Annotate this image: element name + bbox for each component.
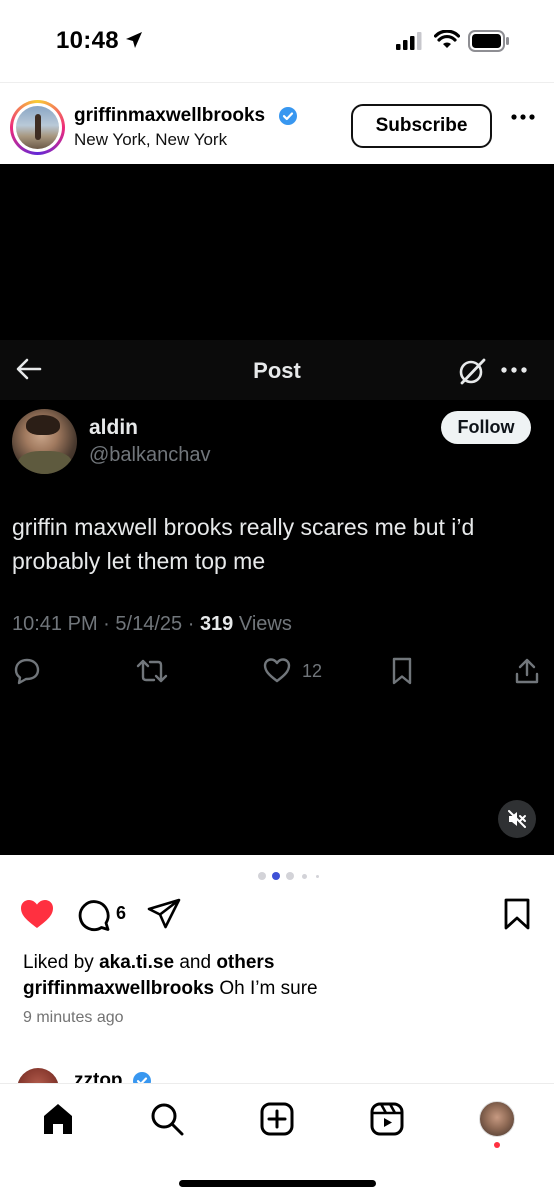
- grok-icon: [459, 358, 486, 385]
- create-icon[interactable]: [260, 1102, 294, 1136]
- comment-count[interactable]: 6: [116, 903, 126, 924]
- share-icon[interactable]: [147, 898, 181, 930]
- more-options-icon[interactable]: [511, 113, 535, 121]
- embedded-like-count: 12: [302, 661, 323, 681]
- embedded-post-date: 5/14/25: [115, 613, 183, 635]
- caption-username[interactable]: griffinmaxwellbrooks: [23, 978, 214, 999]
- embedded-post-meta: 10:41 PM · 5/14/25 · 319 Views: [12, 613, 292, 635]
- reels-icon[interactable]: [370, 1102, 404, 1136]
- status-bar: 10:48: [0, 0, 554, 82]
- carousel-indicator: [0, 872, 554, 880]
- avatar: [16, 106, 59, 149]
- bookmark-icon: [392, 657, 412, 685]
- post-media[interactable]: Post aldin @balkanchav Follow griffin ma…: [0, 164, 554, 855]
- embedded-views-count: 319: [199, 613, 234, 635]
- embedded-post-text: griffin maxwell brooks really scares me …: [12, 514, 475, 574]
- like-icon: [263, 658, 291, 683]
- carousel-dot: [316, 875, 319, 878]
- embedded-post-top-bar: Post: [0, 340, 554, 400]
- subscribe-button[interactable]: Subscribe: [351, 104, 492, 148]
- post-header: griffinmaxwellbrooks New York, New York …: [0, 82, 554, 164]
- retweet-icon: [136, 659, 168, 683]
- profile-notification-dot: [494, 1142, 500, 1148]
- embedded-avatar: [12, 409, 77, 474]
- profile-avatar[interactable]: [479, 1101, 515, 1137]
- carousel-dot: [286, 872, 294, 880]
- post-location[interactable]: New York, New York: [74, 130, 227, 150]
- caption-text: Oh I’m sure: [219, 978, 318, 999]
- reply-icon: [14, 658, 40, 685]
- carousel-dot-active: [272, 872, 280, 880]
- mute-icon: [508, 810, 526, 828]
- embedded-display-name: aldin: [89, 416, 139, 439]
- post-timestamp: 9 minutes ago: [23, 1009, 124, 1026]
- carousel-dot: [302, 874, 307, 879]
- search-icon[interactable]: [150, 1102, 184, 1136]
- share-icon: [515, 658, 539, 684]
- post-caption: griffinmaxwellbrooks Oh I’m sure: [23, 978, 318, 1000]
- embedded-handle: @balkanchav: [89, 444, 211, 466]
- embedded-follow-button: Follow: [441, 411, 531, 444]
- liked-by-user[interactable]: aka.ti.se: [99, 952, 174, 973]
- wifi-icon: [434, 30, 460, 48]
- home-indicator: [179, 1180, 376, 1187]
- liked-by-line: Liked by aka.ti.se and others: [23, 952, 275, 973]
- mute-toggle-button[interactable]: [498, 800, 536, 838]
- status-time: 10:48: [56, 27, 119, 54]
- verified-badge-icon: [279, 107, 297, 125]
- embedded-action-row: 12: [0, 657, 554, 687]
- home-icon[interactable]: [41, 1102, 75, 1136]
- carousel-dot: [258, 872, 266, 880]
- more-icon: [501, 367, 527, 373]
- liked-by-others[interactable]: others: [216, 952, 274, 973]
- post-username[interactable]: griffinmaxwellbrooks: [74, 105, 265, 127]
- location-arrow-icon: [126, 32, 142, 48]
- cellular-signal-icon: [396, 32, 422, 50]
- story-ring-avatar[interactable]: [10, 100, 65, 155]
- battery-icon: [468, 30, 509, 52]
- embedded-views-label: Views: [238, 613, 292, 635]
- comment-icon[interactable]: [77, 898, 111, 932]
- heart-icon[interactable]: [19, 898, 55, 930]
- bookmark-icon[interactable]: [503, 898, 531, 930]
- embedded-post-time: 10:41 PM: [12, 613, 98, 635]
